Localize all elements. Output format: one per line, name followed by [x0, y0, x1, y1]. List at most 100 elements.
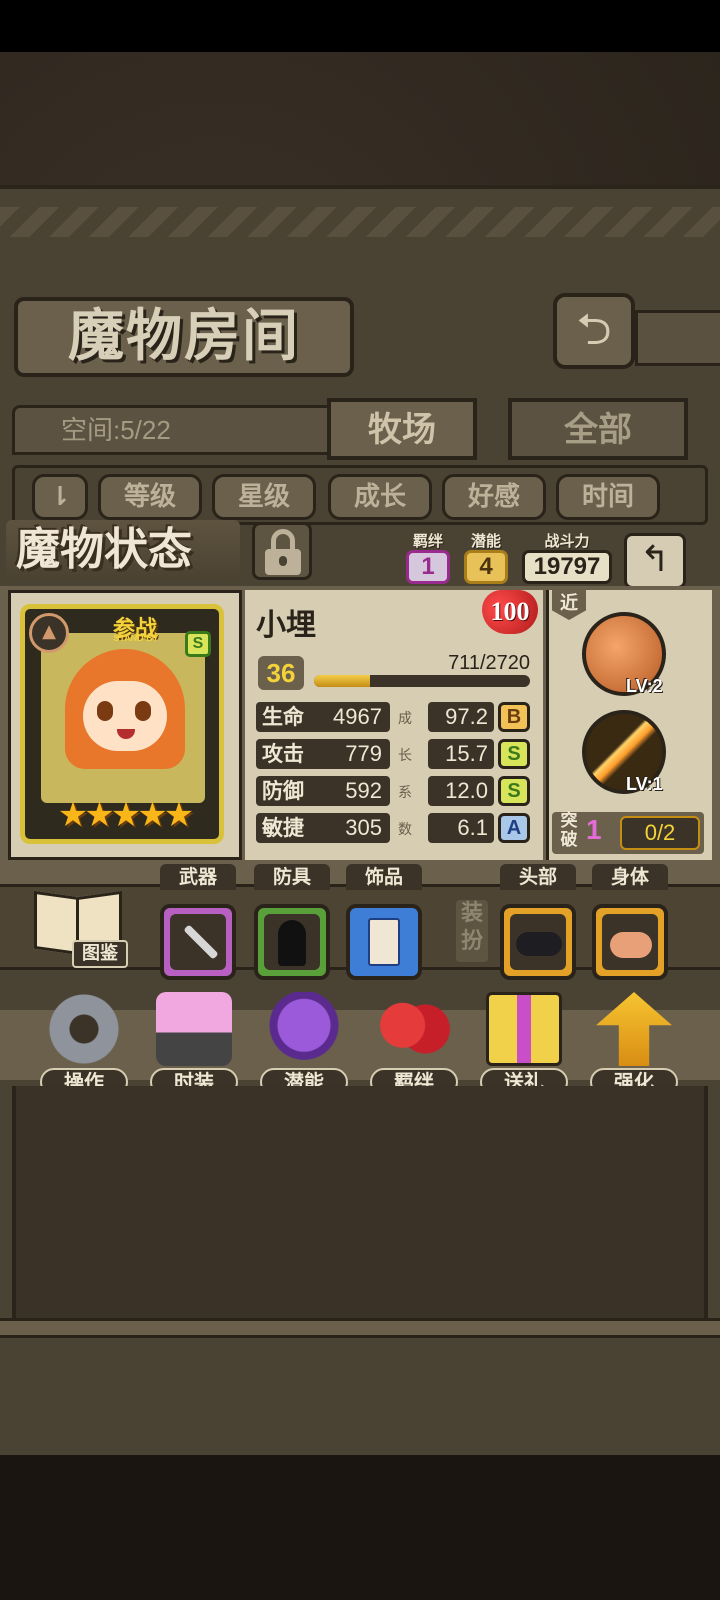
lock-button[interactable] — [252, 522, 312, 580]
demon-icon — [266, 992, 342, 1066]
action-potential[interactable]: 潜能 — [256, 992, 352, 1100]
bond-badge: 羁绊 1 — [406, 530, 450, 584]
stat-attack: 攻击 779 — [256, 739, 390, 769]
encyclopedia-label: 图鉴 — [72, 940, 128, 968]
growth-hp: 97.2 — [428, 702, 494, 732]
slot-label-armor: 防具 — [254, 864, 330, 890]
stat-value: 779 — [345, 741, 382, 766]
rank-badge: S — [185, 631, 211, 657]
filter-time[interactable]: 时间 — [556, 474, 660, 520]
slot-label-body: 身体 — [592, 864, 668, 890]
stat-label: 敏捷 — [262, 816, 304, 840]
grade-agility: A — [498, 813, 530, 843]
head-slot-inner — [510, 914, 566, 970]
list-bottom-border — [0, 1318, 720, 1338]
monster-face — [83, 681, 167, 751]
stat-label: 攻击 — [262, 742, 304, 766]
gamepad-icon — [516, 932, 562, 956]
grade-hp: B — [498, 702, 530, 732]
monster-name: 小埋 — [256, 608, 316, 643]
bottom-background — [0, 1450, 720, 1600]
exp-fill — [314, 675, 371, 687]
back-strip — [635, 310, 720, 366]
growth-defense: 12.0 — [428, 776, 494, 806]
potential-label: 潜能 — [470, 532, 501, 550]
gift-icon — [486, 992, 562, 1066]
status-title: 魔物状态 — [6, 520, 240, 580]
affection-heart: 100 — [482, 590, 538, 634]
tab-all[interactable]: 全部 — [508, 398, 688, 460]
head-slot[interactable] — [500, 904, 576, 980]
accessory-slot[interactable] — [346, 904, 422, 980]
slot-label-accessory: 饰品 — [346, 864, 422, 890]
growth-agility: 6.1 — [428, 813, 494, 843]
growth-label-char: 成 — [398, 711, 412, 727]
gear-icon — [46, 992, 122, 1066]
skill-level: LV:2 — [626, 676, 663, 696]
breakthrough-progress[interactable]: 0/2 — [620, 816, 700, 850]
grade-defense: S — [498, 776, 530, 806]
action-fashion[interactable]: 时装 — [146, 992, 242, 1100]
potential-badge: 潜能 4 — [464, 530, 508, 584]
accessory-slot-inner — [356, 914, 412, 970]
action-gift[interactable]: 送礼 — [476, 992, 572, 1100]
star-rating: ★★★★★ — [57, 795, 194, 835]
weapon-slot[interactable] — [160, 904, 236, 980]
bun-icon — [610, 932, 652, 958]
sword-icon — [183, 924, 219, 960]
monster-eye-left — [97, 701, 113, 721]
stat-label: 生命 — [262, 705, 304, 729]
outfit-label: 装扮 — [456, 900, 488, 962]
filter-level[interactable]: 等级 — [98, 474, 202, 520]
room-title: 魔物房间 — [14, 297, 354, 377]
breakthrough-value: 1 — [586, 814, 602, 845]
slot-label-head: 头部 — [500, 864, 576, 890]
filter-growth[interactable]: 成长 — [328, 474, 432, 520]
power-label: 战斗力 — [544, 532, 590, 550]
hood-icon — [278, 920, 306, 966]
tab-farm[interactable]: 牧场 — [327, 398, 477, 460]
close-status-button[interactable]: ↰ — [624, 533, 686, 589]
monster-list-area — [12, 1086, 708, 1326]
slot-label-weapon: 武器 — [160, 864, 236, 890]
card-icon — [368, 918, 400, 966]
power-value: 19797 — [522, 550, 612, 584]
monster-card[interactable]: ▲ 参战 STAND BY S ★★★★★ — [20, 604, 224, 844]
filter-stars[interactable]: 星级 — [212, 474, 316, 520]
space-counter: 空间:5/22 — [12, 405, 330, 455]
upgrade-arrow-icon — [596, 992, 672, 1066]
stat-label: 防御 — [262, 779, 304, 803]
action-upgrade[interactable]: 强化 — [586, 992, 682, 1100]
action-operate[interactable]: 操作 — [36, 992, 132, 1100]
sort-order-button[interactable]: ⇂ — [32, 474, 88, 520]
bond-value: 1 — [406, 550, 450, 584]
potential-value: 4 — [464, 550, 508, 584]
standby-sub-label: STAND BY — [113, 633, 159, 643]
filter-affection[interactable]: 好感 — [442, 474, 546, 520]
stat-value: 305 — [345, 815, 382, 840]
stat-defense: 防御 592 — [256, 776, 390, 806]
power-badge: 战斗力 19797 — [522, 530, 612, 584]
body-slot[interactable] — [592, 904, 668, 980]
stat-hp: 生命 4967 — [256, 702, 390, 732]
lock-icon-keyhole — [279, 556, 287, 566]
panel-border-decoration — [0, 207, 720, 237]
hearts-icon — [376, 992, 452, 1066]
sort-toggle-icon: ⇂ — [49, 482, 71, 512]
exp-bar — [314, 675, 530, 687]
growth-attack: 15.7 — [428, 739, 494, 769]
bond-label: 羁绊 — [412, 532, 443, 550]
grade-attack: S — [498, 739, 530, 769]
status-bar — [0, 0, 720, 52]
growth-label-char: 系 — [398, 785, 412, 801]
growth-label-char: 数 — [398, 822, 412, 838]
level-badge: 36 — [258, 656, 304, 690]
skill-level: LV:1 — [626, 774, 663, 794]
exit-room-button[interactable]: ⮌ — [553, 293, 635, 369]
return-icon: ⮌ — [576, 304, 612, 355]
growth-label-char: 长 — [398, 748, 412, 764]
breakthrough-label: 突破 — [560, 811, 578, 850]
action-bond[interactable]: 羁绊 — [366, 992, 462, 1100]
stat-value: 4967 — [333, 704, 382, 729]
armor-slot[interactable] — [254, 904, 330, 980]
